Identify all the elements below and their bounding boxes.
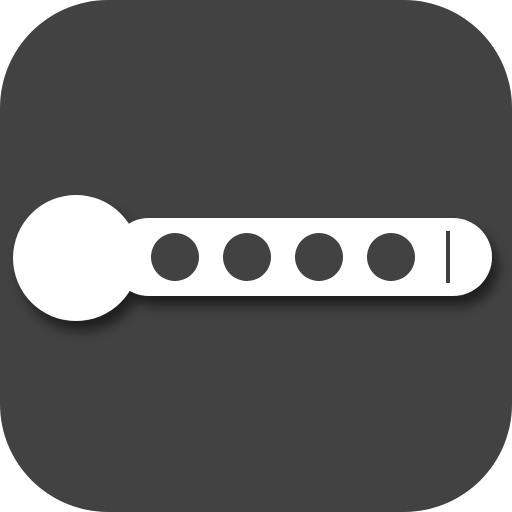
password-dot (151, 233, 199, 281)
app-icon (0, 0, 512, 512)
password-dot (223, 233, 271, 281)
text-cursor (446, 231, 450, 283)
password-dot (367, 233, 415, 281)
password-dot (295, 233, 343, 281)
password-key-icon (0, 0, 512, 512)
